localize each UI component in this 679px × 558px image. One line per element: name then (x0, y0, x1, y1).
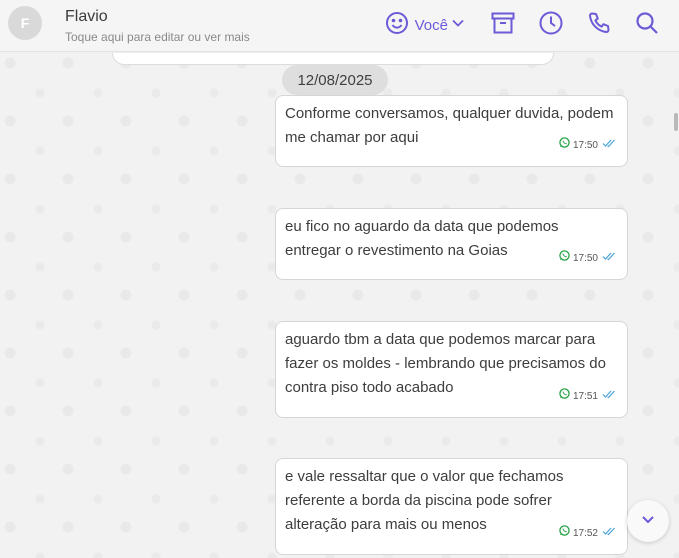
call-button[interactable] (585, 11, 613, 39)
message-time: 17:51 (572, 391, 598, 402)
double-check-icon (602, 385, 616, 409)
message-meta: 17:50 (559, 247, 616, 271)
scrollbar-thumb[interactable] (674, 113, 678, 131)
double-check-icon (602, 522, 616, 546)
user-label: Você (414, 16, 448, 34)
double-check-icon (602, 134, 616, 158)
message-time: 17:50 (572, 253, 598, 264)
user-menu[interactable]: Você (385, 11, 465, 40)
chat-area[interactable]: 12/08/2025 Conforme conversamos, qualque… (0, 53, 679, 558)
archive-icon (490, 10, 516, 41)
search-icon (634, 10, 660, 41)
whatsapp-icon (559, 522, 570, 546)
chevron-down-icon (451, 16, 465, 35)
message-bubble[interactable]: e vale ressaltar que o valor que fechamo… (275, 458, 628, 555)
message-meta: 17:50 (559, 134, 616, 158)
chat-header: F Flavio Toque aqui para editar ou ver m… (0, 0, 679, 52)
message-bubble[interactable]: Conforme conversamos, qualquer duvida, p… (275, 95, 628, 167)
message-meta: 17:51 (559, 385, 616, 409)
phone-icon (586, 10, 612, 41)
archive-button[interactable] (489, 11, 517, 39)
scroll-to-bottom-button[interactable] (627, 500, 669, 542)
message-time: 17:50 (572, 140, 598, 151)
message-bubble[interactable]: eu fico no aguardo da data que podemos e… (275, 208, 628, 280)
date-separator: 12/08/2025 (282, 65, 388, 95)
previous-message-bubble (112, 53, 554, 65)
message-bubble[interactable]: aguardo tbm a data que podemos marcar pa… (275, 321, 628, 418)
whatsapp-icon (559, 385, 570, 409)
message-time: 17:52 (572, 528, 598, 539)
header-actions: Você (385, 10, 661, 40)
chevron-down-icon (640, 511, 656, 532)
smiley-icon (385, 11, 409, 40)
double-check-icon (602, 247, 616, 271)
clock-icon (538, 10, 564, 41)
whatsapp-icon (559, 134, 570, 158)
message-meta: 17:52 (559, 522, 616, 546)
avatar[interactable]: F (8, 6, 42, 40)
contact-name[interactable]: Flavio (65, 8, 108, 26)
whatsapp-icon (559, 247, 570, 271)
contact-subtitle[interactable]: Toque aqui para editar ou ver mais (65, 30, 250, 44)
history-button[interactable] (537, 11, 565, 39)
search-button[interactable] (633, 11, 661, 39)
